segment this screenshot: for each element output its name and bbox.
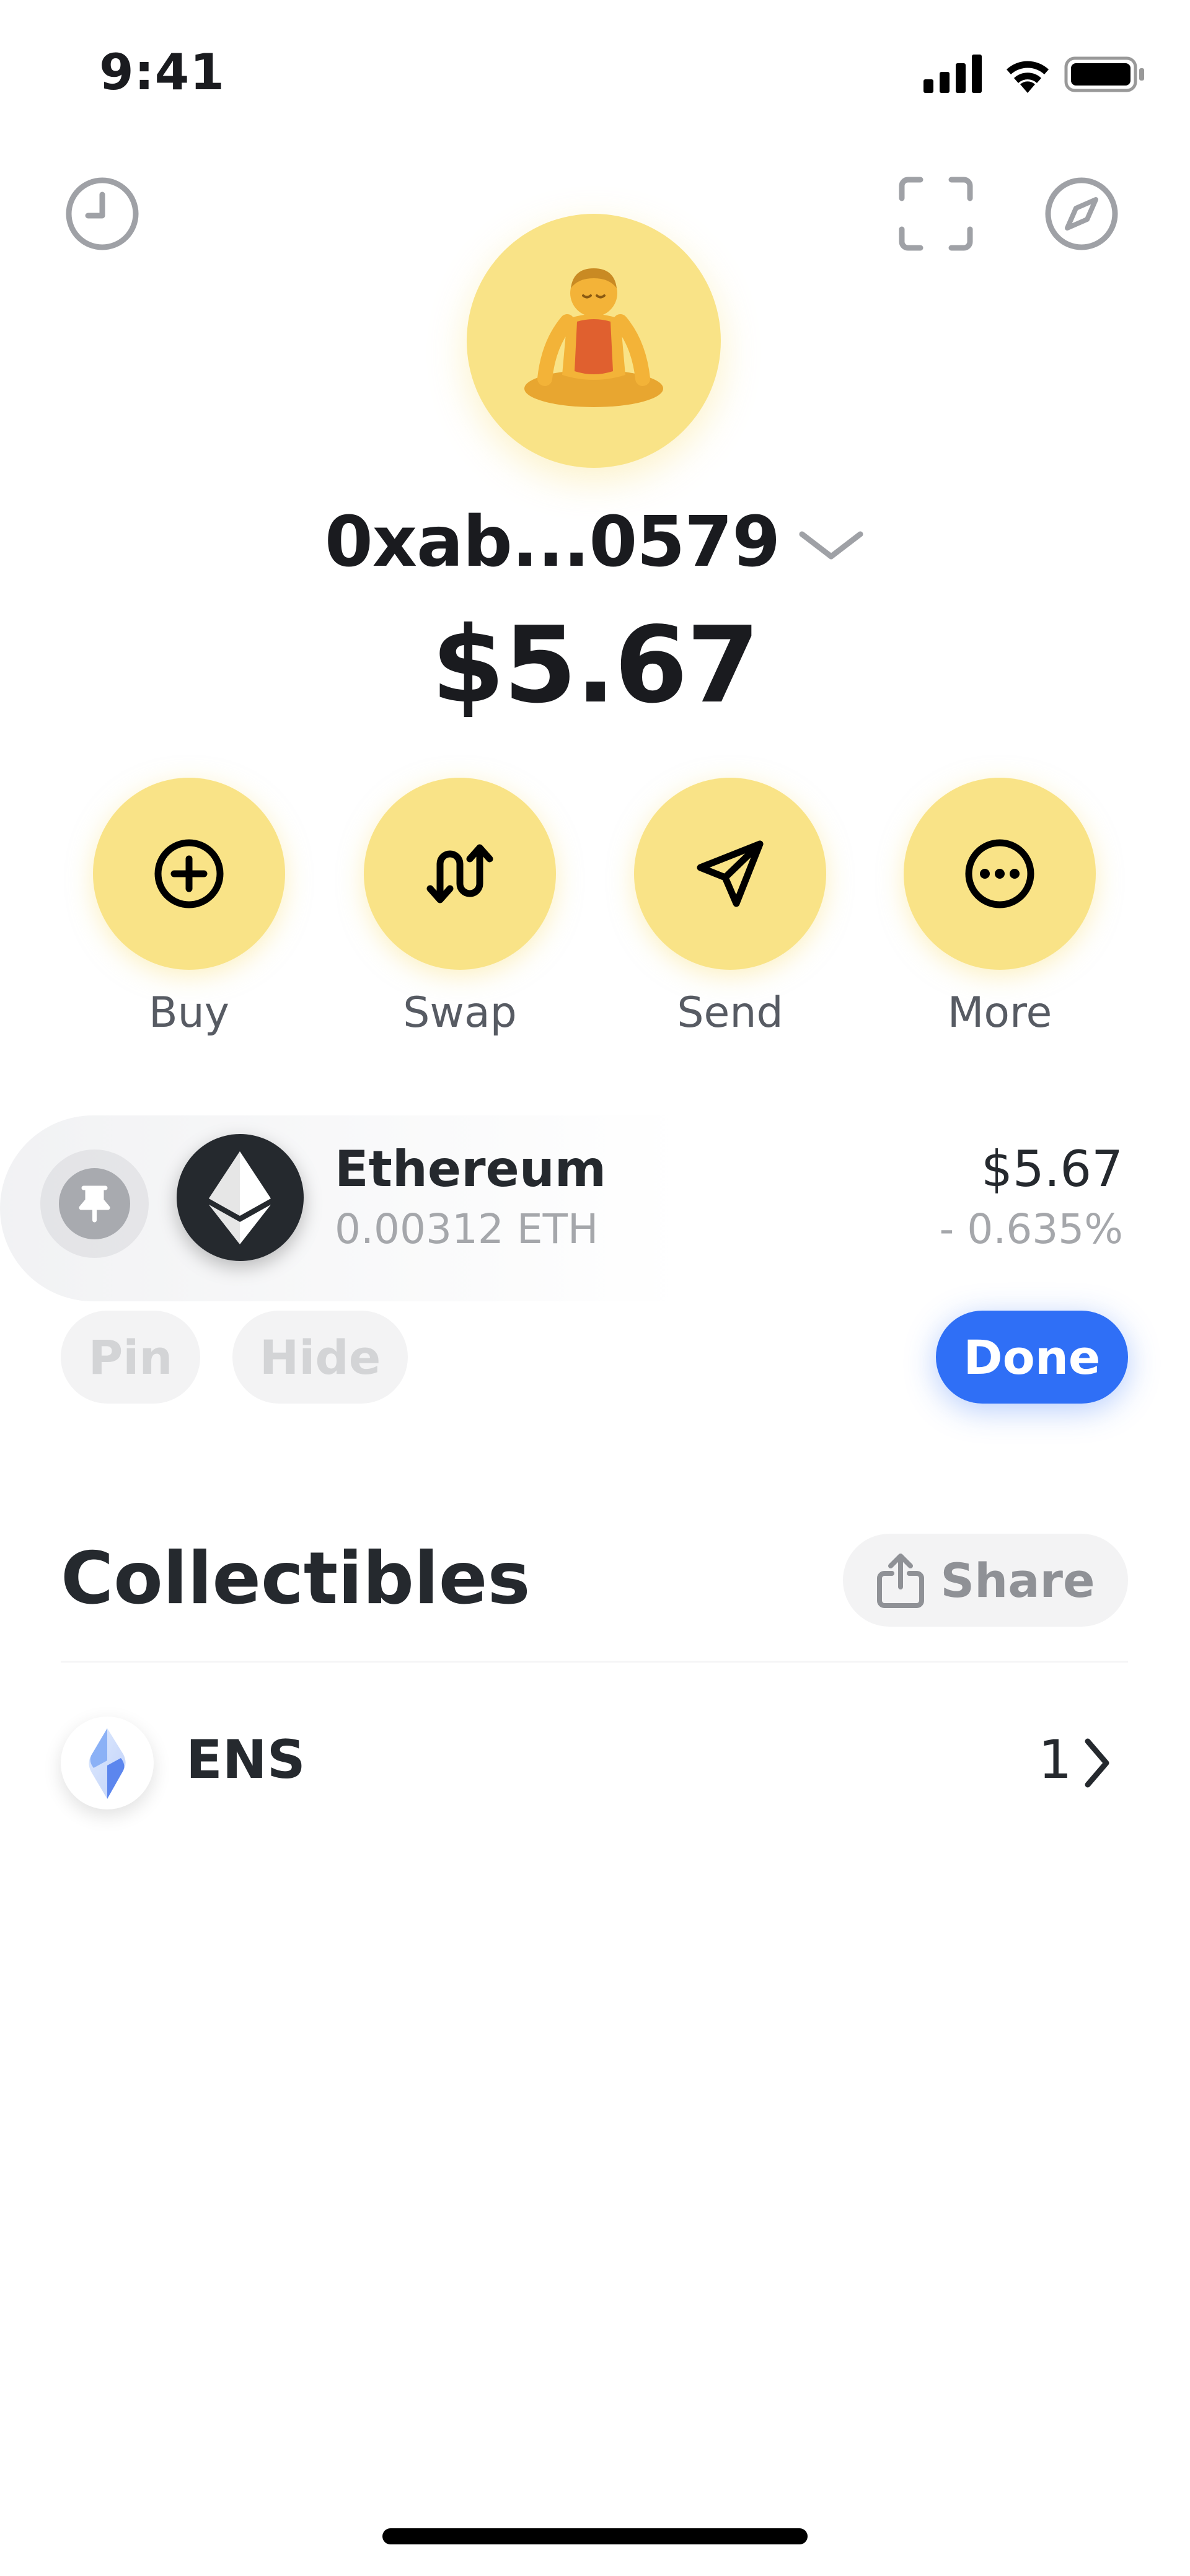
buy-label: Buy [149, 988, 229, 1037]
wifi-icon [1007, 61, 1049, 93]
pin-button[interactable]: Pin [61, 1311, 200, 1404]
address-selector[interactable]: 0xab...0579 [0, 496, 1190, 589]
ens-logo [61, 1717, 154, 1809]
share-icon [877, 1554, 925, 1608]
ens-icon [89, 1728, 126, 1799]
chevron-down-icon [799, 531, 863, 560]
send-label: Send [677, 988, 783, 1037]
token-change: - 0.635% [939, 1205, 1123, 1253]
discover-compass-icon[interactable] [1041, 174, 1122, 254]
send-button[interactable]: Send [634, 778, 826, 1050]
chevron-right-icon [1085, 1738, 1109, 1788]
history-clock-icon[interactable] [62, 174, 143, 254]
wallet-address: 0xab...0579 [324, 502, 780, 582]
avatar[interactable] [467, 214, 721, 468]
send-paper-plane-icon [697, 840, 764, 907]
home-indicator[interactable] [382, 2528, 808, 2544]
swap-label: Swap [403, 988, 517, 1037]
send-button-circle[interactable] [634, 778, 826, 970]
token-value: $5.67 [981, 1140, 1123, 1198]
more-dots-icon [965, 839, 1034, 908]
total-balance: $5.67 [431, 604, 760, 727]
signal-icon [923, 55, 982, 93]
battery-icon [1064, 56, 1144, 92]
meditating-person-icon [524, 268, 663, 407]
collectibles-title: Collectibles [61, 1537, 531, 1620]
ethereum-icon [209, 1151, 271, 1244]
ens-name: ENS [186, 1729, 306, 1791]
ens-count: 1 [1038, 1729, 1072, 1791]
token-amount: 0.00312 ETH [335, 1205, 599, 1253]
buy-button-circle[interactable] [93, 778, 285, 970]
status-time: 9:41 [99, 43, 225, 101]
more-label: More [947, 988, 1052, 1037]
status-icons [923, 51, 1147, 94]
buy-button[interactable]: Buy [93, 778, 285, 1050]
swap-button-circle[interactable] [364, 778, 556, 970]
collectible-row-ens[interactable] [0, 1698, 1190, 1834]
share-button[interactable]: Share [843, 1534, 1128, 1627]
scan-qr-icon[interactable] [896, 174, 976, 254]
pin-toggle[interactable] [59, 1168, 130, 1239]
ethereum-logo [177, 1134, 304, 1261]
divider [61, 1661, 1128, 1663]
done-button[interactable]: Done [936, 1311, 1128, 1404]
share-label: Share [940, 1552, 1095, 1608]
plus-circle-icon [154, 839, 224, 908]
swap-arrows-icon [426, 844, 493, 903]
pin-icon [79, 1185, 110, 1223]
more-button[interactable]: More [904, 778, 1096, 1050]
more-button-circle[interactable] [904, 778, 1096, 970]
hide-button[interactable]: Hide [232, 1311, 408, 1404]
token-name: Ethereum [335, 1140, 607, 1198]
swap-button[interactable]: Swap [364, 778, 556, 1050]
